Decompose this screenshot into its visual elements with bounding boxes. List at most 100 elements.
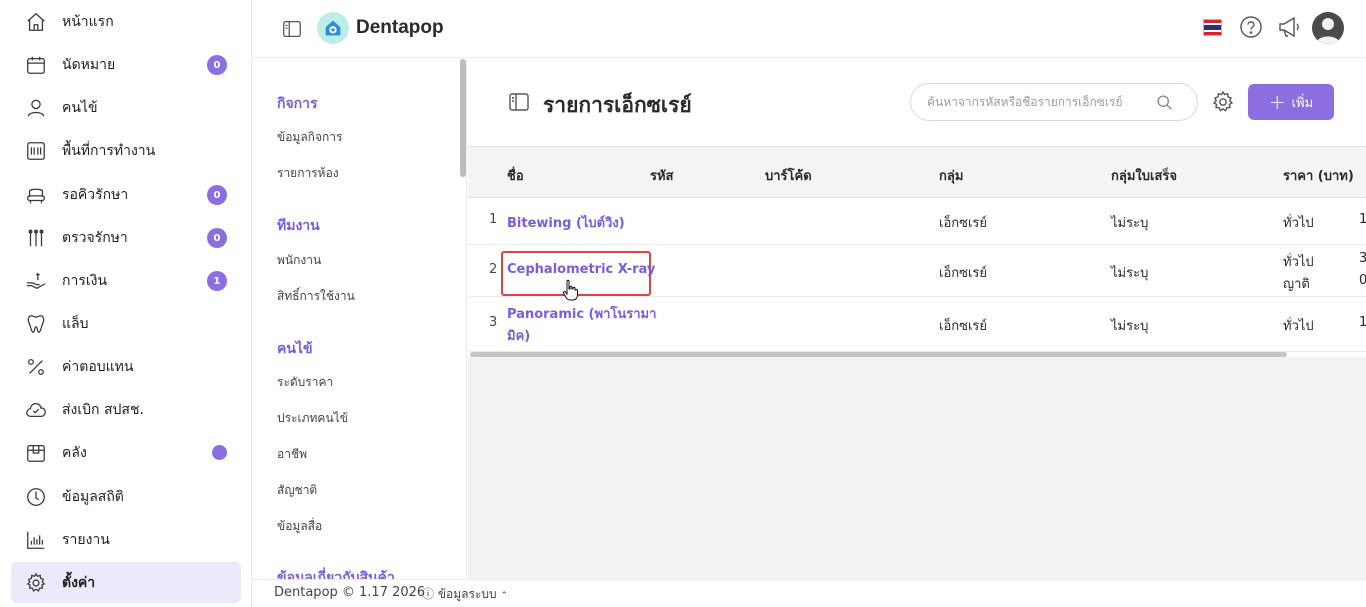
user-icon: [24, 96, 48, 120]
search-box: [910, 83, 1198, 121]
submenu-item-staff[interactable]: พนักงาน: [277, 251, 321, 270]
plus-icon: +: [1268, 90, 1286, 114]
row-number: 3: [489, 315, 498, 330]
group-cell: เอ็กซเรย์: [939, 216, 987, 231]
sidebar-item-statistics[interactable]: ข้อมูลสถิติ: [11, 476, 241, 517]
avatar[interactable]: [1312, 12, 1344, 44]
sidebar-item-label: การเงิน: [62, 272, 108, 289]
column-header-receipt-group[interactable]: กลุ่มใบเสร็จ: [1111, 165, 1177, 186]
sidebar-item-appointments[interactable]: นัดหมาย 0: [11, 44, 241, 85]
submenu-item-permissions[interactable]: สิทธิ์การใช้งาน: [277, 287, 355, 306]
table-header: ชื่อ รหัส บาร์โค้ด กลุ่ม กลุ่มใบเสร็จ รา…: [468, 146, 1366, 198]
sidebar-item-label: ตรวจรักษา: [62, 229, 128, 246]
column-header-name[interactable]: ชื่อ: [507, 165, 524, 186]
settings-submenu: กิจการ ข้อมูลกิจการ รายการห้อง ทีมงาน พน…: [252, 59, 467, 579]
workspace-icon: [24, 139, 48, 163]
sidebar-item-label: แล็บ: [62, 315, 89, 332]
system-info-link[interactable]: ⓘ ข้อมูลระบบ ⌃: [422, 585, 508, 604]
row-number: 2: [489, 262, 498, 277]
price-level-cell: ญาติ: [1283, 277, 1310, 292]
panel-toggle-icon[interactable]: [507, 90, 531, 118]
price-level-cell: ทั่วไป: [1283, 319, 1314, 334]
group-cell: เอ็กซเรย์: [939, 319, 987, 334]
sidebar-item-label: ตั้งค่า: [62, 574, 96, 591]
sidebar-item-treatment[interactable]: ตรวจรักษา 0: [11, 217, 241, 258]
price-value-cell: 1,: [1359, 212, 1366, 227]
table-row[interactable]: 1 Bitewing (ไบต์วิง) เอ็กซเรย์ ไม่ระบุ ท…: [468, 198, 1366, 245]
info-icon: ⓘ: [422, 587, 435, 601]
help-icon[interactable]: [1238, 14, 1264, 40]
sidebar-item-nhso-claim[interactable]: ส่งเบิก สปสช.: [11, 389, 241, 430]
sidebar-item-patients[interactable]: คนไข้: [11, 87, 241, 128]
sidebar-item-finance[interactable]: การเงิน 1: [11, 260, 241, 301]
money-hand-icon: [24, 269, 48, 293]
receipt-group-cell: ไม่ระบุ: [1111, 319, 1149, 334]
sidebar-item-label: รายงาน: [62, 531, 110, 548]
sidebar-item-lab[interactable]: แล็บ: [11, 303, 241, 344]
dental-tools-icon: [24, 226, 48, 250]
column-header-code[interactable]: รหัส: [650, 165, 674, 186]
footer: Dentapop © 1.17 2026 ⓘ ข้อมูลระบบ ⌃: [252, 579, 1366, 607]
sidebar-item-reports[interactable]: รายงาน: [11, 519, 241, 560]
receipt-group-cell: ไม่ระบุ: [1111, 266, 1149, 281]
xray-name-link[interactable]: Panoramic (พาโนรามา: [507, 303, 656, 324]
price-value-cell: 3: [1359, 251, 1366, 266]
sidebar-item-inventory[interactable]: คลัง: [11, 432, 241, 473]
xray-name-link[interactable]: Bitewing (ไบต์วิง): [507, 212, 625, 233]
price-level-cell: ทั่วไป: [1283, 255, 1314, 270]
submenu-item-business-info[interactable]: ข้อมูลกิจการ: [277, 128, 342, 147]
table-row[interactable]: 3 Panoramic (พาโนรามา มิค) เอ็กซเรย์ ไม่…: [468, 297, 1366, 352]
row-number: 1: [489, 212, 498, 227]
brand-logo: [317, 12, 349, 44]
brand-name: Dentapop: [356, 17, 444, 38]
submenu-item-rooms[interactable]: รายการห้อง: [277, 164, 339, 183]
report-chart-icon: [24, 528, 48, 552]
sidebar-item-label: หน้าแรก: [62, 13, 114, 30]
hand-cursor-icon: [562, 279, 578, 301]
column-header-group[interactable]: กลุ่ม: [939, 165, 963, 186]
add-button[interactable]: + เพิ่ม: [1248, 84, 1334, 120]
xray-name-link-continued[interactable]: มิค): [507, 325, 530, 346]
settings-gear-button[interactable]: [1211, 90, 1235, 118]
group-cell: เอ็กซเรย์: [939, 266, 987, 281]
submenu-section-title: กิจการ: [277, 96, 318, 112]
submenu-item-occupations[interactable]: อาชีพ: [277, 445, 307, 464]
table-row[interactable]: 2 Cephalometric X-ray เอ็กซเรย์ ไม่ระบุ …: [468, 245, 1366, 297]
submenu-item-price-levels[interactable]: ระดับราคา: [277, 373, 333, 392]
sidebar-item-waiting-queue[interactable]: รอคิวรักษา 0: [11, 174, 241, 215]
count-badge: 1: [207, 271, 227, 291]
table-horizontal-scrollbar[interactable]: [470, 352, 1287, 357]
sidebar-item-home[interactable]: หน้าแรก: [11, 1, 241, 42]
sidebar-item-compensation[interactable]: ค่าตอบแทน: [11, 346, 241, 387]
sidebar-item-label: นัดหมาย: [62, 56, 116, 73]
thai-flag-icon[interactable]: [1203, 19, 1222, 36]
megaphone-icon[interactable]: [1276, 14, 1302, 40]
percent-icon: [24, 355, 48, 379]
copyright-text: Dentapop © 1.17 2026: [274, 585, 426, 600]
chevron-up-icon: ⌃: [500, 591, 509, 601]
submenu-item-media-sources[interactable]: ข้อมูลสื่อ: [277, 517, 322, 536]
search-icon[interactable]: [1156, 94, 1173, 115]
sidebar-toggle-icon[interactable]: [281, 18, 303, 44]
calendar-icon: [24, 53, 48, 77]
sidebar-item-label: ส่งเบิก สปสช.: [62, 401, 144, 418]
count-badge: 0: [207, 228, 227, 248]
top-header: Dentapop: [252, 0, 1366, 58]
column-header-price[interactable]: ราคา (บาท): [1283, 165, 1354, 186]
submenu-scrollbar[interactable]: [460, 59, 466, 177]
submenu-item-patient-types[interactable]: ประเภทคนไข้: [277, 409, 348, 428]
sidebar-item-label: ข้อมูลสถิติ: [62, 488, 124, 505]
search-input[interactable]: [927, 95, 1157, 109]
sidebar-item-settings[interactable]: ตั้งค่า: [11, 562, 241, 603]
column-header-barcode[interactable]: บาร์โค้ด: [765, 165, 812, 186]
sidebar-item-workspace[interactable]: พื้นที่การทำงาน: [11, 130, 241, 171]
sidebar-item-label: รอคิวรักษา: [62, 186, 129, 203]
price-level-cell: ทั่วไป: [1283, 216, 1314, 231]
box-icon: [24, 441, 48, 465]
submenu-section-title: ทีมงาน: [277, 218, 320, 234]
dental-chair-icon: [24, 183, 48, 207]
submenu-item-nationalities[interactable]: สัญชาติ: [277, 481, 317, 500]
xray-name-link[interactable]: Cephalometric X-ray: [507, 262, 655, 277]
price-value-cell: 1,: [1359, 315, 1366, 330]
submenu-section-title: คนไข้: [277, 341, 313, 357]
